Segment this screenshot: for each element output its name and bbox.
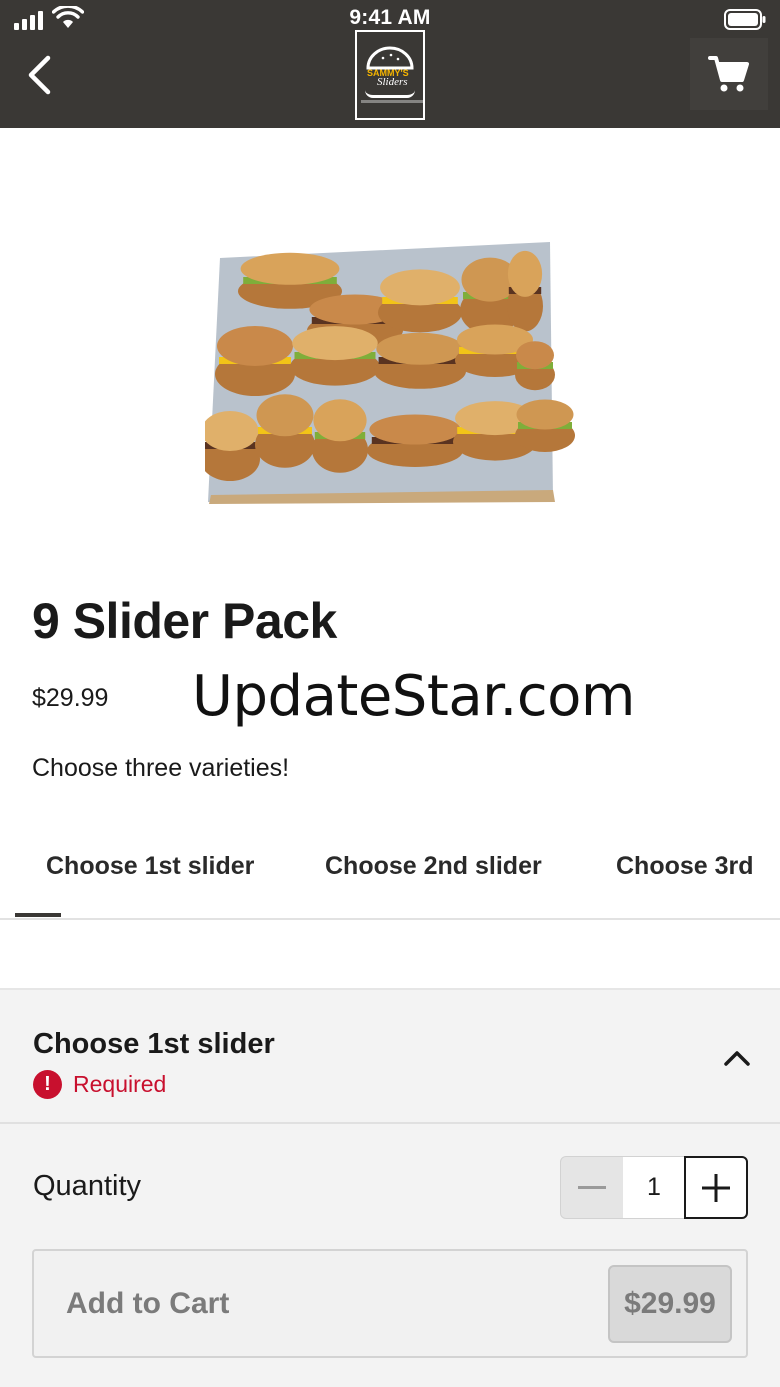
slider-top-bun [292, 326, 378, 361]
plus-icon [702, 1173, 730, 1202]
option-section-header[interactable]: Choose 1st slider ! Required [0, 990, 780, 1124]
slider-top-bun [217, 326, 293, 366]
slider-top-bun [256, 394, 314, 437]
option-section: Choose 1st slider ! Required Quantity 1 … [0, 988, 780, 1387]
status-time: 9:41 AM [349, 6, 431, 29]
logo-subtext: Sliders [377, 76, 408, 88]
minus-icon [578, 1185, 606, 1189]
increase-quantity-button[interactable] [684, 1156, 748, 1219]
slider-top-bun [369, 414, 461, 445]
slider-top-bun [376, 332, 464, 365]
slider-top-bun [516, 399, 574, 430]
slider-top-bun [380, 269, 460, 306]
quantity-label: Quantity [33, 1170, 141, 1202]
option-section-title: Choose 1st slider [33, 1028, 275, 1060]
chevron-up-icon[interactable] [722, 1048, 752, 1068]
brand-logo: SAMMY'S Sliders [355, 30, 425, 120]
shopping-cart-icon [708, 56, 749, 92]
watermark-text: UpdateStar.com [192, 664, 635, 729]
add-to-cart-button[interactable]: Add to Cart $29.99 [32, 1249, 748, 1358]
active-tab-indicator [15, 913, 61, 917]
add-to-cart-price: $29.99 [608, 1265, 732, 1343]
product-description: Choose three varieties! [32, 754, 290, 782]
product-image [205, 242, 575, 504]
option-tabs: Choose 1st slider Choose 2nd slider Choo… [0, 820, 780, 920]
logo-tagline [361, 100, 423, 103]
tab-choose-1st-slider[interactable]: Choose 1st slider [46, 852, 254, 881]
slider-top-bun [313, 399, 367, 442]
decrease-quantity-button[interactable] [560, 1156, 624, 1219]
required-indicator: ! Required [33, 1069, 166, 1099]
product-title: 9 Slider Pack [32, 593, 337, 649]
tab-choose-2nd-slider[interactable]: Choose 2nd slider [325, 852, 542, 881]
quantity-stepper: 1 [560, 1156, 748, 1219]
slider-top-bun [516, 341, 554, 370]
exclamation-icon: ! [33, 1069, 62, 1099]
product-price: $29.99 [32, 684, 109, 712]
required-label: Required [73, 1070, 167, 1097]
quantity-value[interactable]: 1 [623, 1156, 685, 1219]
back-button[interactable] [10, 44, 68, 106]
battery-icon [724, 9, 766, 30]
app-header: 9:41 AM SAMMY'S Sliders [0, 0, 780, 128]
logo-bottom-bun [365, 90, 415, 98]
tab-choose-3rd-slider[interactable]: Choose 3rd [616, 852, 754, 881]
slider-top-bun [507, 250, 543, 297]
add-to-cart-label: Add to Cart [66, 1287, 230, 1320]
slider-top-bun [240, 252, 340, 285]
chevron-left-icon [28, 55, 51, 95]
cart-button[interactable] [690, 38, 768, 110]
